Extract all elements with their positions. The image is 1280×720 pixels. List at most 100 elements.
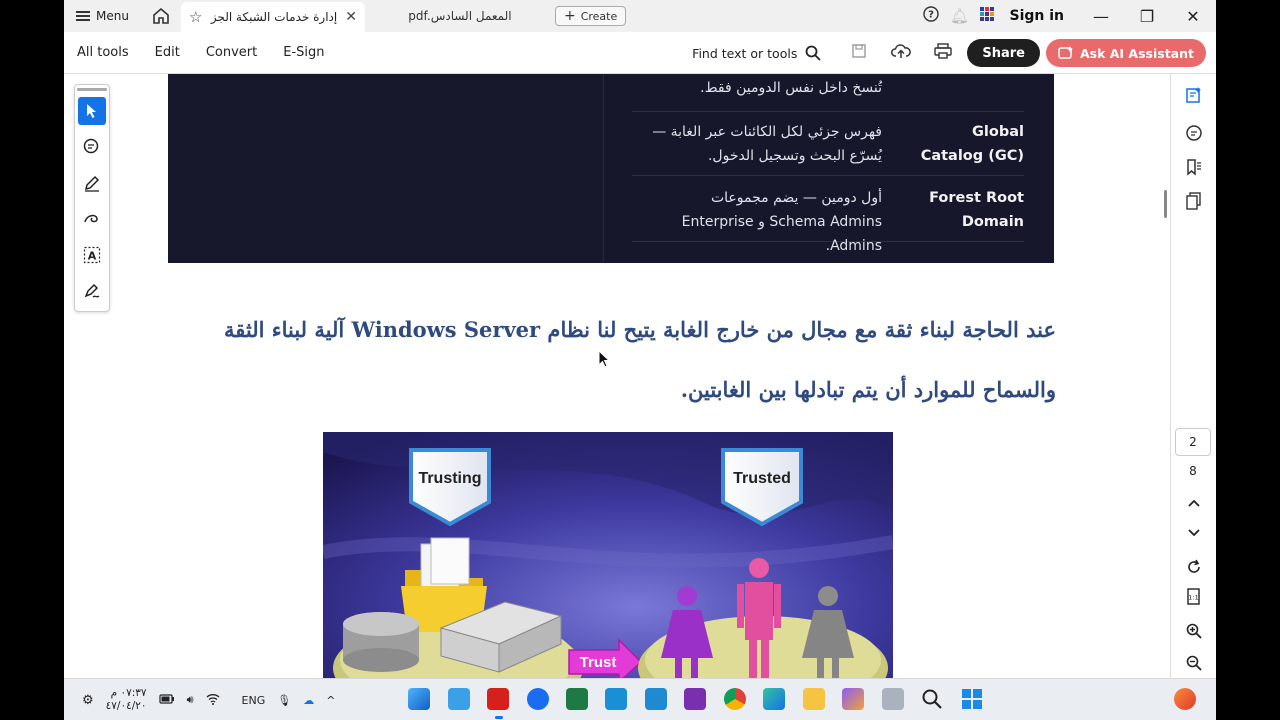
tab2-title: pdf.المعمل السادس — [408, 9, 512, 23]
home-icon — [153, 7, 169, 24]
zoom-in-icon[interactable] — [1183, 620, 1205, 642]
clock-time: ٠٧:٣٧ م — [110, 687, 147, 699]
close-tab-icon[interactable]: ✕ — [345, 9, 357, 25]
ai-assistant-icon — [1058, 46, 1073, 59]
document-viewport[interactable]: تُنسخ داخل نفس الدومين فقط. فهرس جزئي لك… — [64, 74, 1170, 678]
table-term-line: Forest Root — [929, 190, 1024, 206]
vertical-scrollbar-thumb[interactable] — [1164, 190, 1167, 218]
app-icon-profile[interactable] — [1174, 688, 1196, 710]
highlight-tool-button[interactable] — [78, 169, 106, 197]
current-page-input[interactable]: 2 — [1175, 428, 1211, 456]
sign-in-button[interactable]: Sign in — [1001, 8, 1078, 24]
bell-icon[interactable]: 🔔︎ — [945, 7, 973, 25]
rotate-icon[interactable] — [1183, 556, 1205, 578]
save-icon[interactable] — [841, 43, 877, 63]
language-indicator[interactable]: ENG — [232, 694, 266, 707]
onedrive-icon[interactable]: ☁ — [303, 694, 314, 707]
signature-icon — [84, 283, 100, 298]
windows-start-icon[interactable] — [961, 688, 983, 710]
edit-panel-icon[interactable] — [1183, 84, 1205, 106]
select-tool-button[interactable] — [78, 97, 106, 125]
home-button[interactable] — [141, 0, 181, 32]
table-row: فهرس جزئي لكل الكائنات عبر الغابة — يُسر… — [632, 112, 1024, 176]
main-toolbar: All tools Edit Convert E-Sign Find text … — [64, 32, 1216, 74]
print-icon[interactable] — [925, 43, 961, 63]
ask-ai-button[interactable]: Ask AI Assistant — [1045, 39, 1206, 67]
trust-diagram-image: Trusting Trusted Trust — [323, 432, 893, 678]
toolbar-edit[interactable]: Edit — [142, 45, 193, 60]
bookmark-panel-icon[interactable] — [1183, 156, 1205, 178]
create-button[interactable]: + Create — [554, 6, 627, 26]
freehand-icon — [84, 214, 98, 223]
app-icon-paint[interactable] — [408, 688, 430, 710]
app-icon-notepad[interactable] — [448, 688, 470, 710]
app-icon-acrobat[interactable] — [487, 688, 509, 710]
title-bar: Menu ☆ إدارة خدمات الشبكة الجزء .. ✕ pdf… — [64, 0, 1216, 32]
weather-icon[interactable]: ⚙ — [82, 693, 94, 708]
comments-panel-icon[interactable] — [1183, 122, 1205, 144]
acrobat-running-indicator — [495, 716, 503, 719]
svg-text:?: ? — [929, 10, 935, 21]
clock[interactable]: ٠٧:٣٧ م ٤٧/٠٤/٢٠ — [106, 687, 147, 713]
tray-expand-chevron-icon[interactable]: ^ — [326, 694, 335, 707]
restore-button[interactable]: ❐ — [1124, 7, 1170, 26]
share-button[interactable]: Share — [967, 39, 1040, 67]
app-icon-zoom[interactable] — [527, 688, 549, 710]
plus-icon: + — [563, 8, 576, 24]
minimize-button[interactable]: — — [1078, 7, 1124, 26]
fit-page-icon[interactable]: 1:1 — [1183, 586, 1205, 608]
app-icon-edge[interactable] — [763, 688, 785, 710]
table-term-line: Global — [972, 124, 1024, 140]
app-icon-copilot[interactable] — [842, 688, 864, 710]
app-icon-chrome[interactable] — [724, 688, 746, 710]
table-desc-line: Schema Admins و Enterprise Admins. — [681, 214, 882, 254]
table-row: أول دومين — يضم مجموعات Schema Admins و … — [632, 176, 1024, 254]
app-icon-excel[interactable] — [566, 688, 588, 710]
table-desc-line: أول دومين — يضم مجموعات — [710, 190, 882, 206]
tab-document-second[interactable]: pdf.المعمل السادس — [365, 9, 555, 23]
menu-button[interactable]: Menu — [64, 0, 141, 32]
toolbar-all-tools[interactable]: All tools — [64, 45, 142, 60]
app-icon-vscode[interactable] — [645, 688, 667, 710]
comment-tool-button[interactable] — [78, 133, 106, 161]
panel-grip[interactable] — [77, 88, 107, 91]
comment-icon — [83, 138, 99, 154]
apps-grid-icon[interactable] — [973, 6, 1001, 26]
draw-tool-button[interactable] — [78, 205, 106, 233]
text-tool-button[interactable]: A — [78, 241, 106, 269]
clock-date: ٤٧/٠٤/٢٠ — [105, 700, 147, 712]
create-label: Create — [580, 9, 618, 23]
find-text-button[interactable]: Find text or tools — [692, 45, 835, 61]
menu-label: Menu — [96, 9, 129, 23]
microphone-icon[interactable]: 🎙︎ — [277, 694, 291, 707]
toolbar-convert[interactable]: Convert — [193, 45, 270, 60]
zoom-out-icon[interactable] — [1183, 652, 1205, 674]
app-icon-generic[interactable] — [882, 688, 904, 710]
find-label: Find text or tools — [692, 45, 798, 61]
pen-icon — [84, 175, 100, 192]
total-pages-label: 8 — [1189, 464, 1197, 478]
page-down-chevron-icon[interactable] — [1183, 522, 1205, 544]
wifi-icon[interactable] — [206, 693, 220, 708]
quick-tools-panel: A — [74, 84, 110, 312]
help-icon[interactable]: ? — [917, 6, 945, 26]
battery-icon[interactable] — [158, 693, 175, 707]
tab-document-active[interactable]: ☆ إدارة خدمات الشبكة الجزء .. ✕ — [180, 2, 365, 32]
app-icon-store[interactable] — [605, 688, 627, 710]
pages-panel-icon[interactable] — [1183, 190, 1205, 212]
hamburger-icon — [76, 11, 90, 21]
arabic-paragraph: عند الحاجة لبناء ثقة مع مجال من خارج الغ… — [223, 317, 1056, 402]
star-icon[interactable]: ☆ — [189, 8, 202, 26]
volume-icon[interactable]: 🔊︎ — [187, 693, 194, 707]
app-icon-file-explorer[interactable] — [803, 688, 825, 710]
page-up-chevron-icon[interactable] — [1183, 492, 1205, 514]
toolbar-esign[interactable]: E-Sign — [270, 45, 337, 60]
search-taskbar-icon[interactable] — [921, 688, 943, 710]
letterbox-left — [0, 0, 64, 720]
letterbox-right — [1216, 0, 1280, 720]
upload-cloud-icon[interactable] — [883, 43, 919, 63]
table-desc-line: يُسرّع البحث وتسجيل الدخول. — [707, 148, 882, 164]
sign-tool-button[interactable] — [78, 277, 106, 305]
app-icon-onenote[interactable] — [684, 688, 706, 710]
close-window-button[interactable]: ✕ — [1170, 7, 1216, 26]
